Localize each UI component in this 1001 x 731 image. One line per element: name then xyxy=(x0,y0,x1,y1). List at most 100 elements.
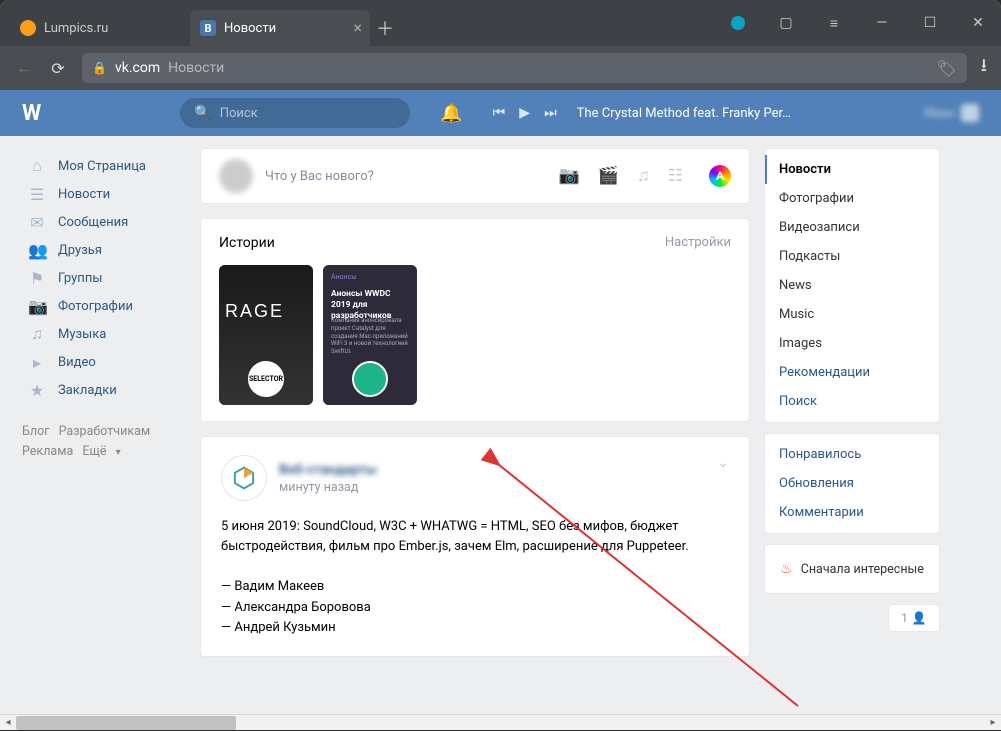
lock-icon: 🔒 xyxy=(92,61,107,75)
message-icon: ✉ xyxy=(28,213,46,232)
story-item-2[interactable]: Анонсы Анонсы WWDC 2019 для разработчико… xyxy=(323,265,417,405)
next-track-button[interactable]: ⏭ xyxy=(544,105,557,121)
scrollbar-thumb[interactable] xyxy=(16,716,236,730)
attach-article-icon[interactable]: ☷ xyxy=(668,166,683,186)
stories-title: Истории xyxy=(219,235,275,251)
post-menu-icon[interactable]: ⌄ xyxy=(717,455,729,471)
filter-tab-music-en[interactable]: Music xyxy=(765,300,939,329)
background-style-button[interactable]: A xyxy=(709,165,731,187)
address-field[interactable]: 🔒 vk.com Новости 🏷 xyxy=(82,53,967,83)
story-avatar xyxy=(352,361,388,397)
close-tab-icon[interactable]: × xyxy=(353,20,362,36)
scroll-right-arrow[interactable]: ▸ xyxy=(985,715,1001,731)
vk-logo[interactable]: W xyxy=(22,101,40,126)
footer-link-blog[interactable]: Блог xyxy=(22,422,49,442)
viewers-counter[interactable]: 1 👤 xyxy=(888,604,940,632)
vk-page-body: ⌂Моя Страница ☰Новости ✉Сообщения 👥Друзь… xyxy=(0,136,1001,730)
close-window-button[interactable]: ✕ xyxy=(955,0,1001,46)
extension-indicator-icon[interactable] xyxy=(715,0,761,46)
address-page-title: Новости xyxy=(168,60,224,76)
nav-label: Музыка xyxy=(58,327,106,342)
prev-track-button[interactable]: ⏮ xyxy=(493,105,506,121)
composer-avatar xyxy=(219,159,253,193)
stories-block: Истории Настройки RAGE SELECTOR Анонсы А… xyxy=(200,218,750,422)
interest-label: Сначала интересные xyxy=(801,562,924,577)
filter-tab-search[interactable]: Поиск xyxy=(765,387,939,416)
filter-tab-recommendations[interactable]: Рекомендации xyxy=(765,358,939,387)
post-composer[interactable]: Что у Вас нового? 📷 🎬 ♫ ☷ A xyxy=(200,148,750,204)
new-tab-button[interactable]: ＋ xyxy=(370,10,400,46)
maximize-button[interactable]: ☐ xyxy=(907,0,953,46)
back-button[interactable]: ← xyxy=(14,58,34,78)
story-item-1[interactable]: RAGE SELECTOR xyxy=(219,265,313,405)
filter-tab-videos[interactable]: Видеозаписи xyxy=(765,213,939,242)
filter-tab-news-en[interactable]: News xyxy=(765,271,939,300)
news-icon: ☰ xyxy=(28,185,46,204)
sidebar-item-groups[interactable]: ⚑Группы xyxy=(22,264,186,292)
horizontal-scrollbar[interactable]: ◂ ▸ xyxy=(0,714,1001,730)
stories-settings-link[interactable]: Настройки xyxy=(665,235,731,251)
tab-lumpics[interactable]: Lumpics.ru xyxy=(10,10,190,46)
reader-icon[interactable]: ▢ xyxy=(763,0,809,46)
post-line: — Александра Боровова xyxy=(221,598,729,618)
sidebar-item-photos[interactable]: 📷 Фотографии xyxy=(22,292,186,320)
tab-title: Lumpics.ru xyxy=(44,21,108,36)
tab-vk-news[interactable]: B Новости × xyxy=(190,10,370,46)
filter-tab-news[interactable]: Новости xyxy=(765,155,939,184)
story-tag: Анонсы xyxy=(331,273,357,281)
story-avatar: SELECTOR xyxy=(248,361,284,397)
audio-player: ⏮ ▶ ⏭ The Crystal Method feat. Franky Pe… xyxy=(493,105,791,121)
feed-filter-card-1: Новости Фотографии Видеозаписи Подкасты … xyxy=(764,148,940,423)
footer-link-developers[interactable]: Разработчикам xyxy=(59,422,151,442)
attach-photo-icon[interactable]: 📷 xyxy=(559,166,580,186)
filter-tab-photos[interactable]: Фотографии xyxy=(765,184,939,213)
current-track[interactable]: The Crystal Method feat. Franky Per… xyxy=(577,106,791,121)
post-line: — Андрей Кузьмин xyxy=(221,618,729,638)
filter-tab-updates[interactable]: Обновления xyxy=(765,469,939,498)
reload-button[interactable]: ⟳ xyxy=(48,59,68,78)
sidebar-item-friends[interactable]: 👥Друзья xyxy=(22,236,186,264)
filter-tab-podcasts[interactable]: Подкасты xyxy=(765,242,939,271)
star-icon: ★ xyxy=(28,381,46,400)
post-author-name[interactable]: Веб-стандарты xyxy=(279,462,377,478)
post-timestamp[interactable]: минуту назад xyxy=(279,480,377,495)
sidebar-item-messages[interactable]: ✉Сообщения xyxy=(22,208,186,236)
post-line: — Вадим Макеев xyxy=(221,577,729,597)
interesting-first-toggle[interactable]: ♨ Сначала интересные xyxy=(765,551,939,587)
footer-link-more[interactable]: Ещё ▾ xyxy=(82,442,126,463)
header-user-menu[interactable]: Иван xyxy=(924,104,979,122)
attach-audio-icon[interactable]: ♫ xyxy=(637,166,650,186)
address-bar: ← ⟳ 🔒 vk.com Новости 🏷 ⭳ xyxy=(0,46,1001,90)
sidebar-item-music[interactable]: ♫Музыка xyxy=(22,320,186,348)
interesting-first-card: ♨ Сначала интересные xyxy=(764,544,940,594)
sidebar-item-video[interactable]: ▸Видео xyxy=(22,348,186,376)
play-button[interactable]: ▶ xyxy=(519,105,530,121)
filter-tab-images-en[interactable]: Images xyxy=(765,329,939,358)
window-controls: ▢ ≡ — ☐ ✕ xyxy=(715,0,1001,46)
nav-label: Фотографии xyxy=(58,299,133,314)
nav-label: Группы xyxy=(58,271,102,286)
hamburger-menu-icon[interactable]: ≡ xyxy=(811,0,857,46)
minimize-button[interactable]: — xyxy=(859,0,905,46)
camera-icon: 📷 xyxy=(28,297,46,316)
feed-post: Веб-стандарты минуту назад ⌄ 5 июня 2019… xyxy=(200,436,750,657)
tab-title: Новости xyxy=(224,21,276,36)
person-icon: 👤 xyxy=(912,611,927,625)
search-input[interactable]: 🔍 Поиск xyxy=(180,98,410,128)
filter-tab-liked[interactable]: Понравилось xyxy=(765,440,939,469)
scroll-left-arrow[interactable]: ◂ xyxy=(0,715,16,731)
video-icon: ▸ xyxy=(28,353,46,372)
bookmark-icon[interactable]: 🏷 xyxy=(936,59,956,78)
downloads-button[interactable]: ⭳ xyxy=(981,53,987,83)
post-text: 5 июня 2019: SoundCloud, W3C + WHATWG = … xyxy=(221,517,729,557)
home-icon: ⌂ xyxy=(28,156,46,176)
attach-video-icon[interactable]: 🎬 xyxy=(598,166,619,186)
left-nav: ⌂Моя Страница ☰Новости ✉Сообщения 👥Друзь… xyxy=(22,148,186,730)
notifications-bell-icon[interactable]: 🔔 xyxy=(440,103,462,124)
sidebar-item-my-page[interactable]: ⌂Моя Страница xyxy=(22,152,186,180)
sidebar-item-bookmarks[interactable]: ★Закладки xyxy=(22,376,186,404)
sidebar-item-news[interactable]: ☰Новости xyxy=(22,180,186,208)
footer-link-ads[interactable]: Реклама xyxy=(22,442,73,462)
post-author-avatar[interactable] xyxy=(221,455,267,501)
filter-tab-comments[interactable]: Комментарии xyxy=(765,498,939,527)
